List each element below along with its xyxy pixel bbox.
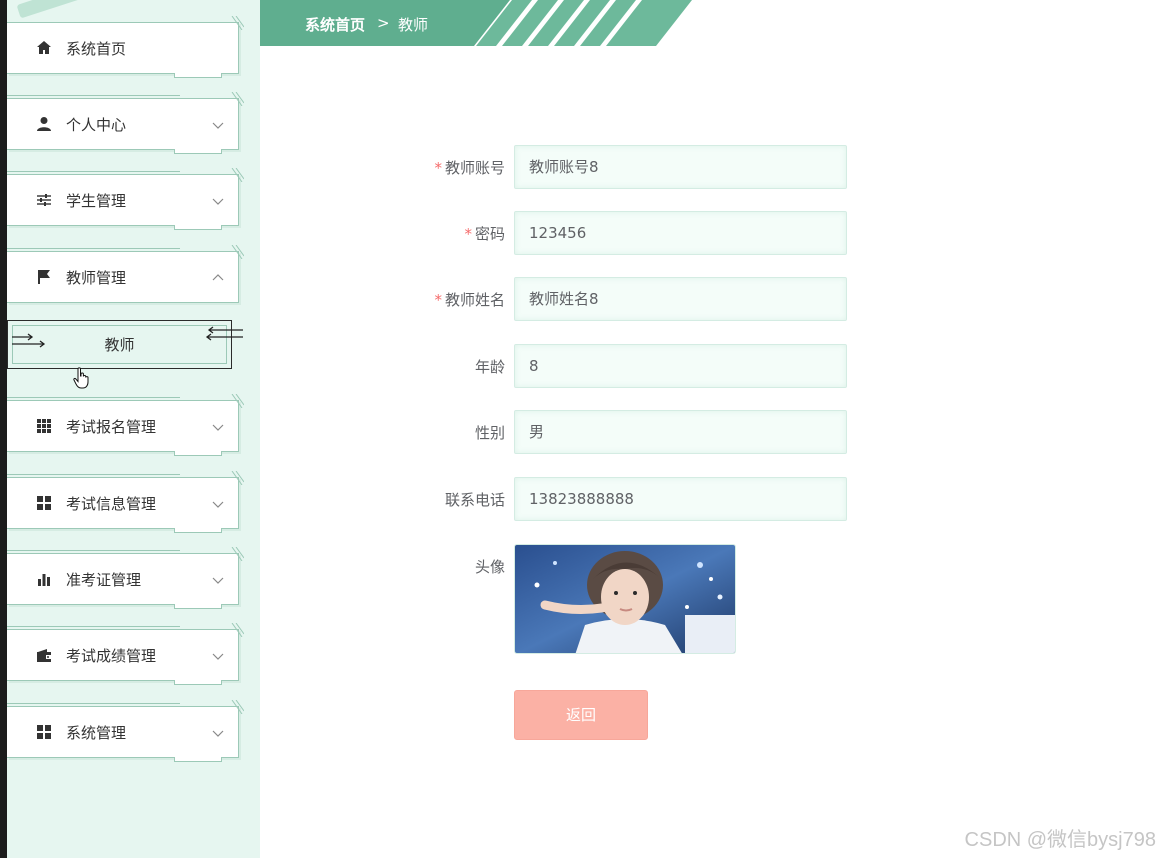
user-icon: [35, 115, 53, 133]
teacher-name-label: * 教师姓名: [434, 291, 505, 309]
line-decoration: [7, 171, 180, 172]
line-decoration: [7, 703, 180, 704]
submenu-item-label: 教师: [104, 336, 135, 354]
slash-decoration: [230, 393, 245, 409]
chevron-down-icon: [212, 495, 224, 508]
line-decoration: [7, 626, 180, 627]
sidebar-item-label: 系统首页: [66, 40, 127, 58]
tab-decoration: [174, 604, 222, 609]
sidebar-item-student-management[interactable]: 学生管理: [7, 167, 245, 230]
sidebar-item-exam-registration[interactable]: 考试报名管理: [7, 393, 245, 456]
sidebar: 系统首页 个人中心 学生管理 教师管理 教师 考试报名管理 考试信息管理 准考证…: [7, 0, 260, 858]
sidebar-item-label: 考试报名管理: [66, 418, 157, 436]
line-decoration: [7, 474, 180, 475]
teacher-account-input[interactable]: 教师账号8: [514, 145, 847, 189]
tab-decoration: [174, 680, 222, 685]
form-row-teacher-name: * 教师姓名 教师姓名8: [400, 277, 850, 321]
phone-label: 联系电话: [444, 491, 505, 509]
avatar-image[interactable]: [514, 544, 736, 654]
required-mark: *: [434, 159, 442, 177]
breadcrumb-current: 教师: [398, 16, 429, 34]
line-decoration: [7, 550, 180, 551]
required-mark: *: [464, 225, 472, 243]
hand-cursor-icon: [73, 367, 91, 389]
watermark: CSDN @微信bysj798: [964, 829, 1156, 851]
chevron-down-icon: [212, 116, 224, 129]
sidebar-item-admission-ticket[interactable]: 准考证管理: [7, 546, 245, 609]
sidebar-item-label: 系统管理: [66, 724, 127, 742]
window-edge: [0, 0, 7, 858]
form-row-teacher-account: * 教师账号 教师账号8: [400, 145, 850, 189]
home-icon: [35, 39, 53, 57]
tab-decoration: [174, 149, 222, 154]
submenu-item-teacher[interactable]: 教师: [7, 320, 243, 369]
sidebar-item-teacher-management[interactable]: 教师管理: [7, 244, 245, 303]
sliders-icon: [35, 191, 53, 209]
chevron-down-icon: [212, 418, 224, 431]
sidebar-item-label: 教师管理: [66, 269, 127, 287]
age-label: 年龄: [474, 358, 505, 376]
avatar-label: 头像: [474, 558, 505, 576]
slash-decoration: [230, 470, 245, 486]
password-input[interactable]: 123456: [514, 211, 847, 255]
tiles-icon: [35, 723, 53, 741]
slash-decoration: [230, 91, 245, 107]
tab-decoration: [174, 451, 222, 456]
chevron-down-icon: [212, 192, 224, 205]
form-row-gender: 性别 男: [400, 410, 850, 454]
sidebar-item-label: 准考证管理: [66, 571, 142, 589]
age-input[interactable]: 8: [514, 344, 847, 388]
sidebar-item-exam-scores[interactable]: 考试成绩管理: [7, 622, 245, 685]
gender-label: 性别: [474, 424, 505, 442]
sidebar-item-label: 考试成绩管理: [66, 647, 157, 665]
tab-decoration: [174, 73, 222, 78]
breadcrumb-separator: >: [377, 14, 390, 32]
tiles-icon: [35, 494, 53, 512]
slash-decoration: [230, 244, 245, 260]
bar-chart-icon: [35, 570, 53, 588]
chevron-down-icon: [212, 647, 224, 660]
sidebar-item-system-management[interactable]: 系统管理: [7, 699, 245, 762]
breadcrumb: 系统首页 > 教师: [260, 0, 692, 46]
line-decoration: [7, 248, 180, 249]
tab-decoration: [174, 528, 222, 533]
slash-decoration: [230, 15, 245, 31]
grid-icon: [35, 417, 53, 435]
form-row-password: * 密码 123456: [400, 211, 850, 255]
slash-decoration: [230, 167, 245, 183]
chevron-down-icon: [212, 724, 224, 737]
form-row-age: 年龄 8: [400, 344, 850, 388]
line-decoration: [7, 95, 180, 96]
chevron-down-icon: [212, 571, 224, 584]
teacher-name-input[interactable]: 教师姓名8: [514, 277, 847, 321]
slash-decoration: [230, 622, 245, 638]
tab-decoration: [174, 757, 222, 762]
app-root: 系统首页 个人中心 学生管理 教师管理 教师 考试报名管理 考试信息管理 准考证…: [0, 0, 1162, 858]
sidebar-item-exam-info[interactable]: 考试信息管理: [7, 470, 245, 533]
teacher-account-label: * 教师账号: [434, 159, 505, 177]
sidebar-item-personal-center[interactable]: 个人中心: [7, 91, 245, 154]
flag-icon: [35, 268, 53, 286]
gender-input[interactable]: 男: [514, 410, 847, 454]
password-label: * 密码: [464, 225, 505, 243]
wallet-icon: [35, 646, 53, 664]
sidebar-item-label: 个人中心: [66, 116, 127, 134]
return-button[interactable]: 返回: [514, 690, 648, 740]
slash-decoration: [230, 546, 245, 562]
chevron-up-icon: [212, 269, 224, 281]
slash-decoration: [230, 699, 245, 715]
corner-decoration: [16, 0, 88, 19]
required-mark: *: [434, 291, 442, 309]
form-row-phone: 联系电话 13823888888: [400, 477, 850, 521]
sidebar-item-label: 学生管理: [66, 192, 127, 210]
phone-input[interactable]: 13823888888: [514, 477, 847, 521]
breadcrumb-home-link[interactable]: 系统首页: [305, 14, 365, 35]
sidebar-item-label: 考试信息管理: [66, 495, 157, 513]
sidebar-item-home[interactable]: 系统首页: [7, 15, 245, 78]
tab-decoration: [174, 225, 222, 230]
line-decoration: [7, 397, 180, 398]
